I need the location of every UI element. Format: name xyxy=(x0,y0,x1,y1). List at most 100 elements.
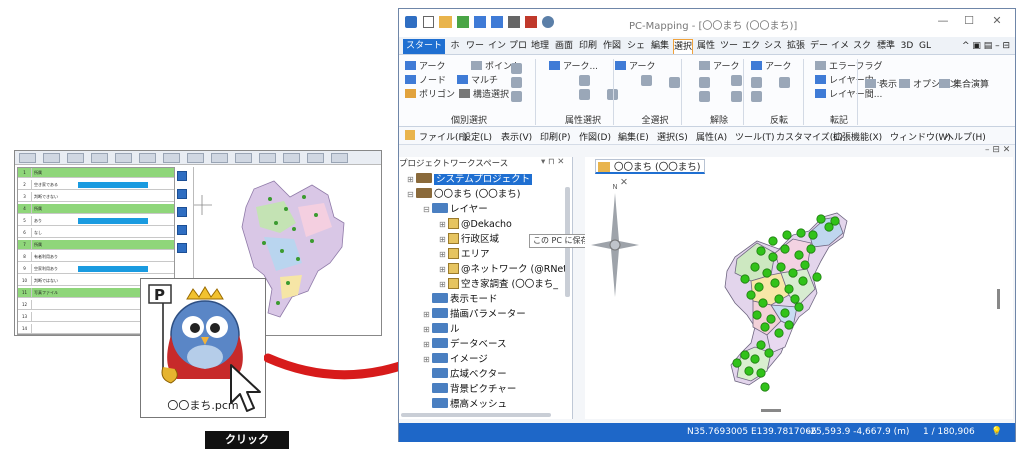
ribbon-item-2[interactable]: ノード xyxy=(405,75,446,88)
menu-item-1[interactable]: 設定(L) xyxy=(462,130,492,143)
ribbon-tool-icon[interactable] xyxy=(511,91,522,102)
tree-node[interactable]: ⊞ システムプロジェクト xyxy=(407,173,533,187)
tree-expander-icon[interactable]: ⊟ xyxy=(423,203,432,217)
menu-item-2[interactable]: 表示(V) xyxy=(501,130,532,143)
tree-node[interactable]: ⊞ 描画パラメーター xyxy=(423,308,526,322)
ribbon-tool-icon[interactable] xyxy=(511,77,522,88)
settings-icon[interactable] xyxy=(542,16,554,28)
ribbon-item-13[interactable]: 表示 xyxy=(865,79,897,92)
ribbon-tab-19[interactable]: スクリ xyxy=(851,39,873,66)
menu-item-7[interactable]: 属性(A) xyxy=(696,130,727,143)
menu-item-12[interactable]: ヘルプ(H) xyxy=(945,130,986,143)
save-icon[interactable] xyxy=(457,16,469,28)
menu-item-5[interactable]: 編集(E) xyxy=(618,130,649,143)
menu-item-4[interactable]: 作図(D) xyxy=(579,130,611,143)
tree-expander-icon[interactable]: ⊞ xyxy=(439,248,448,262)
ribbon-item-15[interactable]: 集合演算 xyxy=(939,79,989,92)
ribbon-tab-12[interactable]: 属性 xyxy=(695,39,717,54)
ribbon-tool-icon[interactable] xyxy=(699,91,710,102)
tree-expander-icon[interactable]: ⊞ xyxy=(423,323,432,337)
tree-node[interactable]: ⊟ レイヤー xyxy=(423,203,488,217)
tree-node[interactable]: ⊞ エリア xyxy=(439,248,490,262)
ribbon-item-3[interactable]: マルチ xyxy=(457,75,498,88)
tree-expander-icon[interactable]: ⊞ xyxy=(423,353,432,367)
ribbon-item-8[interactable]: アーク xyxy=(699,61,739,74)
maximize-button[interactable]: ☐ xyxy=(957,14,981,30)
print-icon[interactable] xyxy=(508,16,520,28)
tree-node[interactable]: 標高メッシュ xyxy=(423,398,507,412)
tool-icon[interactable] xyxy=(525,16,537,28)
ribbon-tab-8[interactable]: 作図 xyxy=(601,39,623,54)
tree-hscrollbar[interactable] xyxy=(401,413,551,417)
ribbon-tool-icon[interactable] xyxy=(731,91,742,102)
tree-expander-icon[interactable]: ⊞ xyxy=(423,338,432,352)
ribbon-item-6[interactable]: アーク... xyxy=(549,61,598,74)
map-canvas[interactable]: N xyxy=(585,177,1013,417)
project-file-card[interactable]: P 〇〇まち.pcm xyxy=(140,278,266,418)
ribbon-item-7[interactable]: アーク xyxy=(615,61,655,74)
close-button[interactable]: ✕ xyxy=(985,14,1009,30)
minimize-button[interactable]: — xyxy=(931,14,955,30)
ribbon-tab-15[interactable]: シス xyxy=(763,39,783,54)
tree-expander-icon[interactable]: ⊞ xyxy=(423,308,432,322)
tree-expander-icon[interactable]: ⊞ xyxy=(439,263,448,277)
ribbon-tab-10[interactable]: 編集 xyxy=(649,39,671,54)
ribbon-tab-16[interactable]: 拡張 xyxy=(785,39,807,54)
ribbon-tool-icon[interactable] xyxy=(751,77,762,88)
tree-node[interactable]: 表示モード xyxy=(423,293,498,307)
ribbon-item-10[interactable]: エラーフラグ xyxy=(815,61,882,74)
open-icon[interactable] xyxy=(439,16,452,28)
tree-node[interactable]: ⊞ ル xyxy=(423,323,460,337)
tree-node[interactable]: ⊞ データベース xyxy=(423,338,507,352)
tree-expander-icon[interactable]: ⊞ xyxy=(439,278,448,292)
ribbon-item-0[interactable]: アーク xyxy=(405,61,445,74)
ribbon-tool-icon[interactable] xyxy=(669,77,680,88)
ribbon-tool-icon[interactable] xyxy=(511,63,522,74)
tree-node[interactable]: ⊞ 行政区域 xyxy=(439,233,499,247)
export-icon[interactable] xyxy=(491,16,503,28)
ribbon-tab-13[interactable]: ツール xyxy=(719,39,739,66)
ribbon-tab-17[interactable]: データ xyxy=(809,39,829,66)
menu-item-11[interactable]: ウィンドウ(W) xyxy=(890,130,951,143)
ribbon-tab-2[interactable]: ワーク xyxy=(465,39,485,66)
tree-expander-icon[interactable]: ⊞ xyxy=(439,218,448,232)
map-document-tab[interactable]: 〇〇まち (〇〇まち) ✕ xyxy=(595,159,705,188)
ribbon-tab-21[interactable]: 3D xyxy=(899,39,915,54)
tree-expander-icon[interactable]: ⊞ xyxy=(407,173,416,187)
ribbon-tool-icon[interactable] xyxy=(751,91,762,102)
tree-node[interactable]: ⊞ @Dekacho xyxy=(439,218,512,232)
tree-node[interactable]: ⊞ @ネットワーク (@RNet) xyxy=(439,263,571,277)
ribbon-tool-icon[interactable] xyxy=(779,77,790,88)
menu-item-10[interactable]: 拡張機能(X) xyxy=(833,130,882,143)
menu-item-3[interactable]: 印刷(P) xyxy=(540,130,570,143)
ribbon-tab-11[interactable]: 選択 xyxy=(673,39,693,54)
ribbon-tab-20[interactable]: 標準 xyxy=(875,39,897,54)
tree-node[interactable]: ⊞ 空き家調査 (〇〇まち_ xyxy=(439,278,558,292)
pane-pin-icon[interactable]: ▾ ⊓ ✕ xyxy=(541,157,564,167)
ribbon-tab-6[interactable]: 画面 xyxy=(553,39,575,54)
menu-item-6[interactable]: 選択(S) xyxy=(657,130,688,143)
child-window-controls[interactable]: – ⊟ ✕ xyxy=(985,145,1010,155)
ribbon-tab-5[interactable]: 地理 xyxy=(529,39,551,54)
ribbon-tab-0[interactable]: スタート xyxy=(403,39,445,54)
ribbon-tab-3[interactable]: インボ xyxy=(487,39,507,66)
ribbon-tool-icon[interactable] xyxy=(641,75,652,86)
ribbon-tool-icon[interactable] xyxy=(579,75,590,86)
ribbon-tool-icon[interactable] xyxy=(731,75,742,86)
menu-item-0[interactable]: ファイル(F) xyxy=(419,130,467,143)
ribbon-tool-icon[interactable] xyxy=(699,77,710,88)
tree-node[interactable]: 背景ピクチャー xyxy=(423,383,516,397)
tree-node[interactable]: ⊟ 〇〇まち (〇〇まち) xyxy=(407,188,520,202)
ribbon-tab-14[interactable]: エクス xyxy=(741,39,761,66)
tree-node[interactable]: ⊞ イメージ xyxy=(423,353,488,367)
ribbon-tab-7[interactable]: 印刷 xyxy=(577,39,599,54)
import-icon[interactable] xyxy=(474,16,486,28)
ribbon-item-9[interactable]: アーク xyxy=(751,61,791,74)
ribbon-tab-4[interactable]: プロ xyxy=(509,39,527,54)
ribbon-item-5[interactable]: 構造選択 xyxy=(459,89,509,102)
ribbon-tab-22[interactable]: GL xyxy=(917,39,933,54)
new-icon[interactable] xyxy=(423,16,434,28)
tree-expander-icon[interactable]: ⊟ xyxy=(407,188,416,202)
ribbon-tab-1[interactable]: ホーム xyxy=(447,39,463,81)
ribbon-tab-18[interactable]: イメ xyxy=(831,39,849,54)
